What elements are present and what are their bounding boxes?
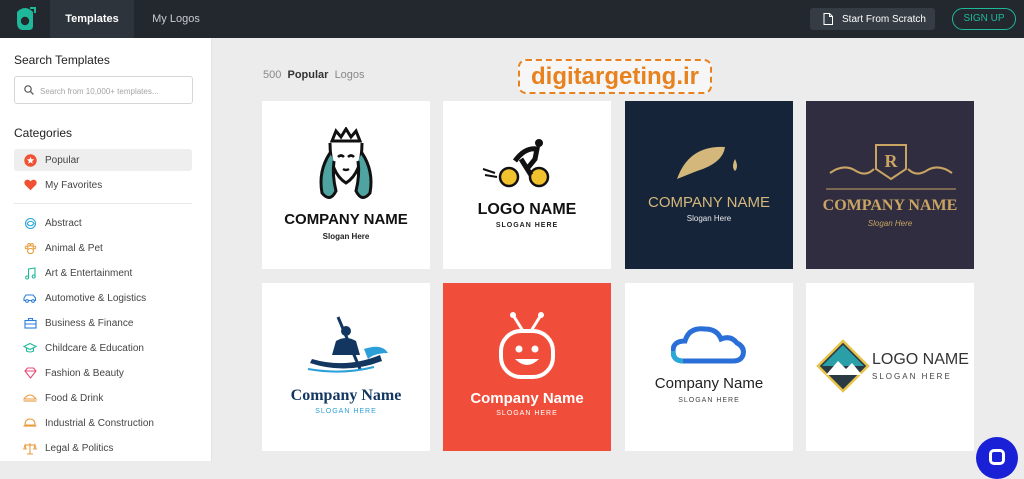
paw-icon bbox=[23, 241, 37, 255]
logo-slogan: Slogan Here bbox=[686, 214, 732, 223]
category-abstract[interactable]: Abstract bbox=[14, 212, 192, 234]
logo-slogan: SLOGAN HERE bbox=[496, 410, 558, 417]
logo-template-card[interactable]: LOGO NAME SLOGAN HERE bbox=[806, 283, 974, 451]
logo-slogan: SLOGAN HERE bbox=[872, 372, 952, 381]
category-fashion-beauty[interactable]: Fashion & Beauty bbox=[14, 362, 192, 384]
logo-company-name: LOGO NAME bbox=[872, 351, 969, 368]
sidebar-divider bbox=[14, 203, 192, 204]
search-input[interactable] bbox=[40, 83, 188, 99]
briefcase-icon bbox=[23, 316, 37, 330]
cyclist-icon bbox=[482, 139, 550, 188]
results-filter: Popular bbox=[287, 69, 329, 81]
category-my-favorites[interactable]: My Favorites bbox=[14, 174, 192, 196]
search-box[interactable] bbox=[14, 76, 193, 104]
results-count: 500 bbox=[263, 69, 282, 81]
start-from-scratch-button[interactable]: Start From Scratch bbox=[810, 8, 935, 30]
logo-template-card[interactable]: LOGO NAME SLOGAN HERE bbox=[443, 101, 611, 269]
search-icon bbox=[24, 85, 34, 95]
category-industrial-construction[interactable]: Industrial & Construction bbox=[14, 412, 192, 434]
logo-slogan: SLOGAN HERE bbox=[678, 397, 740, 404]
category-label: Business & Finance bbox=[45, 317, 134, 329]
chat-icon bbox=[989, 449, 1005, 465]
category-popular[interactable]: Popular bbox=[14, 149, 192, 171]
category-label: My Favorites bbox=[45, 179, 103, 191]
sidebar: Search Templates Categories Popular My F… bbox=[0, 38, 212, 461]
category-art-entertainment[interactable]: Art & Entertainment bbox=[14, 262, 192, 284]
abstract-icon bbox=[23, 216, 37, 230]
logo-company-name: Company Name bbox=[654, 375, 764, 392]
helmet-icon bbox=[23, 416, 37, 430]
categories-heading: Categories bbox=[14, 126, 73, 140]
category-label: Fashion & Beauty bbox=[45, 367, 124, 379]
app-logo-icon[interactable] bbox=[13, 6, 37, 32]
category-label: Legal & Politics bbox=[45, 442, 114, 454]
logo-template-card[interactable]: COMPANY NAME Slogan Here bbox=[262, 101, 430, 269]
crest-icon: R bbox=[826, 144, 956, 190]
category-label: Automotive & Logistics bbox=[45, 292, 147, 304]
tab-my-logos[interactable]: My Logos bbox=[144, 0, 208, 38]
category-animal-pet[interactable]: Animal & Pet bbox=[14, 237, 192, 259]
logo-template-card[interactable]: Company Name SLOGAN HERE bbox=[443, 283, 611, 451]
svg-text:R: R bbox=[885, 151, 899, 171]
top-navigation-bar: Templates My Logos Start From Scratch SI… bbox=[0, 0, 1024, 38]
cloud-icon bbox=[671, 326, 746, 364]
logo-slogan: SLOGAN HERE bbox=[315, 408, 377, 415]
heart-icon bbox=[23, 178, 37, 192]
queen-icon bbox=[319, 127, 373, 199]
mountain-icon bbox=[816, 339, 870, 393]
category-label: Abstract bbox=[45, 217, 82, 229]
kayak-icon bbox=[307, 316, 388, 373]
results-suffix: Logos bbox=[334, 69, 365, 81]
diamond-icon bbox=[23, 366, 37, 380]
watermark: digitargeting.ir bbox=[518, 59, 712, 94]
tab-templates[interactable]: Templates bbox=[50, 0, 134, 38]
category-food-drink[interactable]: Food & Drink bbox=[14, 387, 192, 409]
logo-template-card[interactable]: COMPANY NAME Slogan Here bbox=[625, 101, 793, 269]
category-legal-politics[interactable]: Legal & Politics bbox=[14, 437, 192, 459]
tv-face-icon bbox=[499, 312, 555, 379]
chat-help-button[interactable] bbox=[976, 437, 1018, 479]
category-label: Food & Drink bbox=[45, 392, 104, 404]
category-business-finance[interactable]: Business & Finance bbox=[14, 312, 192, 334]
document-icon bbox=[823, 13, 833, 25]
logo-slogan: SLOGAN HERE bbox=[495, 222, 559, 229]
logo-slogan: Slogan Here bbox=[867, 219, 913, 228]
logo-template-card[interactable]: Company Name SLOGAN HERE bbox=[625, 283, 793, 451]
logo-template-card[interactable]: Company Name SLOGAN HERE bbox=[262, 283, 430, 451]
logo-company-name: Company Name bbox=[290, 387, 402, 404]
logo-slogan: Slogan Here bbox=[322, 232, 370, 241]
start-from-scratch-label: Start From Scratch bbox=[842, 13, 926, 25]
logo-company-name: Company Name bbox=[470, 390, 584, 407]
food-icon bbox=[23, 391, 37, 405]
category-label: Industrial & Construction bbox=[45, 417, 154, 429]
scales-icon bbox=[23, 441, 37, 455]
logo-company-name: LOGO NAME bbox=[477, 201, 577, 218]
category-label: Childcare & Education bbox=[45, 342, 144, 354]
category-label: Art & Entertainment bbox=[45, 267, 133, 279]
logo-company-name: COMPANY NAME bbox=[822, 197, 958, 214]
category-label: Animal & Pet bbox=[45, 242, 103, 254]
sign-up-button[interactable]: SIGN UP bbox=[952, 8, 1016, 30]
logo-company-name: COMPANY NAME bbox=[648, 194, 770, 211]
star-icon bbox=[23, 153, 37, 167]
music-icon bbox=[23, 266, 37, 280]
category-label: Popular bbox=[45, 154, 80, 166]
results-heading: 500 Popular Logos bbox=[263, 69, 365, 81]
category-childcare-education[interactable]: Childcare & Education bbox=[14, 337, 192, 359]
search-templates-heading: Search Templates bbox=[14, 53, 110, 67]
car-icon bbox=[23, 291, 37, 305]
logo-template-card[interactable]: R COMPANY NAME Slogan Here bbox=[806, 101, 974, 269]
graduation-cap-icon bbox=[23, 341, 37, 355]
feather-icon bbox=[677, 146, 737, 179]
logo-company-name: COMPANY NAME bbox=[284, 211, 408, 228]
category-automotive-logistics[interactable]: Automotive & Logistics bbox=[14, 287, 192, 309]
